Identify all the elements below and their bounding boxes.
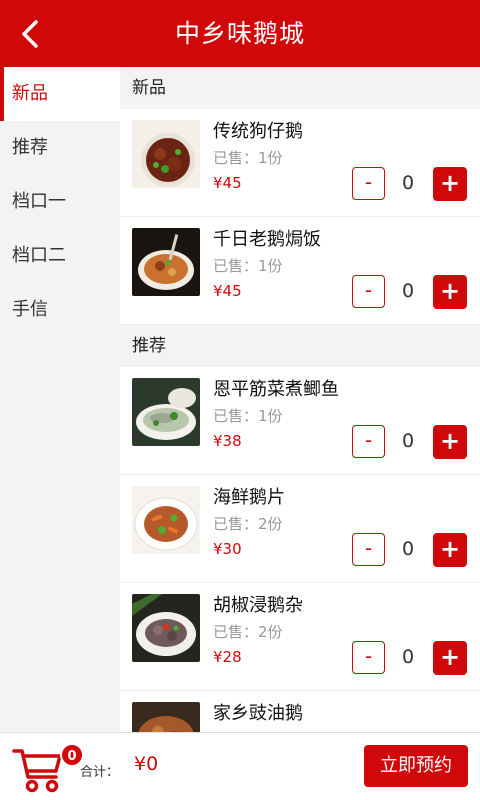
- dish-name: 胡椒浸鹅杂: [213, 595, 303, 616]
- cart-icon: [12, 749, 62, 793]
- dish-sold-count: 已售：1份: [213, 149, 283, 167]
- section-header: 新品: [120, 67, 480, 109]
- increase-button[interactable]: +: [433, 425, 467, 459]
- dish-price: ¥45: [213, 282, 242, 300]
- dish-sold-count: 已售：2份: [213, 623, 283, 641]
- increase-button[interactable]: +: [433, 275, 467, 309]
- quantity-value: 0: [401, 172, 415, 194]
- total-amount: ¥0: [134, 753, 159, 775]
- dish-image: [132, 120, 200, 188]
- dish-name: 千日老鹅焗饭: [213, 229, 321, 250]
- list-item: 恩平筋菜煮鲫鱼 已售：1份 ¥38 - 0 +: [120, 367, 480, 475]
- cart-button[interactable]: 0: [12, 739, 84, 795]
- increase-button[interactable]: +: [433, 641, 467, 675]
- dish-sold-count: 已售：1份: [213, 257, 283, 275]
- increase-button[interactable]: +: [433, 167, 467, 201]
- decrease-button[interactable]: -: [352, 275, 385, 308]
- dish-image: [132, 378, 200, 446]
- top-bar: 中乡味鹅城: [0, 0, 480, 67]
- sidebar-item-souvenir[interactable]: 手信: [0, 283, 120, 337]
- dish-image: [132, 486, 200, 554]
- list-item: 家乡豉油鹅: [120, 691, 480, 732]
- increase-button[interactable]: +: [433, 533, 467, 567]
- quantity-value: 0: [401, 538, 415, 560]
- dish-name: 海鲜鹅片: [213, 487, 285, 508]
- dish-price: ¥45: [213, 174, 242, 192]
- dish-sold-count: 已售：1份: [213, 407, 283, 425]
- dish-name: 家乡豉油鹅: [213, 703, 303, 724]
- decrease-button[interactable]: -: [352, 425, 385, 458]
- list-item: 千日老鹅焗饭 已售：1份 ¥45 - 0 +: [120, 217, 480, 325]
- dish-price: ¥28: [213, 648, 242, 666]
- list-item: 海鲜鹅片 已售：2份 ¥30 - 0 +: [120, 475, 480, 583]
- dish-image: [132, 594, 200, 662]
- sidebar-item-stall-2[interactable]: 档口二: [0, 229, 120, 283]
- dish-image: [132, 228, 200, 296]
- total-label: 合计：: [80, 765, 120, 780]
- list-item: 传统狗仔鹅 已售：1份 ¥45 - 0 +: [120, 109, 480, 217]
- dish-price: ¥38: [213, 432, 242, 450]
- menu-list[interactable]: 新品 传统狗仔鹅 已售：1份 ¥45 - 0 + 千日老鹅焗饭 已售：1份 ¥4…: [120, 67, 480, 732]
- sidebar-item-stall-1[interactable]: 档口一: [0, 175, 120, 229]
- decrease-button[interactable]: -: [352, 167, 385, 200]
- category-sidebar: 新品 推荐 档口一 档口二 手信: [0, 67, 120, 732]
- decrease-button[interactable]: -: [352, 641, 385, 674]
- section-header: 推荐: [120, 325, 480, 367]
- dish-name: 传统狗仔鹅: [213, 121, 303, 142]
- quantity-value: 0: [401, 646, 415, 668]
- page-title: 中乡味鹅城: [174, 19, 305, 48]
- decrease-button[interactable]: -: [352, 533, 385, 566]
- dish-sold-count: 已售：2份: [213, 515, 283, 533]
- sidebar-item-new[interactable]: 新品: [0, 67, 120, 121]
- sidebar-item-recommended[interactable]: 推荐: [0, 121, 120, 175]
- quantity-value: 0: [401, 280, 415, 302]
- bottom-bar: 0 合计： ¥0 立即预约: [0, 732, 480, 800]
- quantity-value: 0: [401, 430, 415, 452]
- dish-price: ¥30: [213, 540, 242, 558]
- reserve-now-button[interactable]: 立即预约: [364, 745, 468, 787]
- dish-name: 恩平筋菜煮鲫鱼: [213, 379, 339, 400]
- list-item: 胡椒浸鹅杂 已售：2份 ¥28 - 0 +: [120, 583, 480, 691]
- dish-image: [132, 702, 200, 732]
